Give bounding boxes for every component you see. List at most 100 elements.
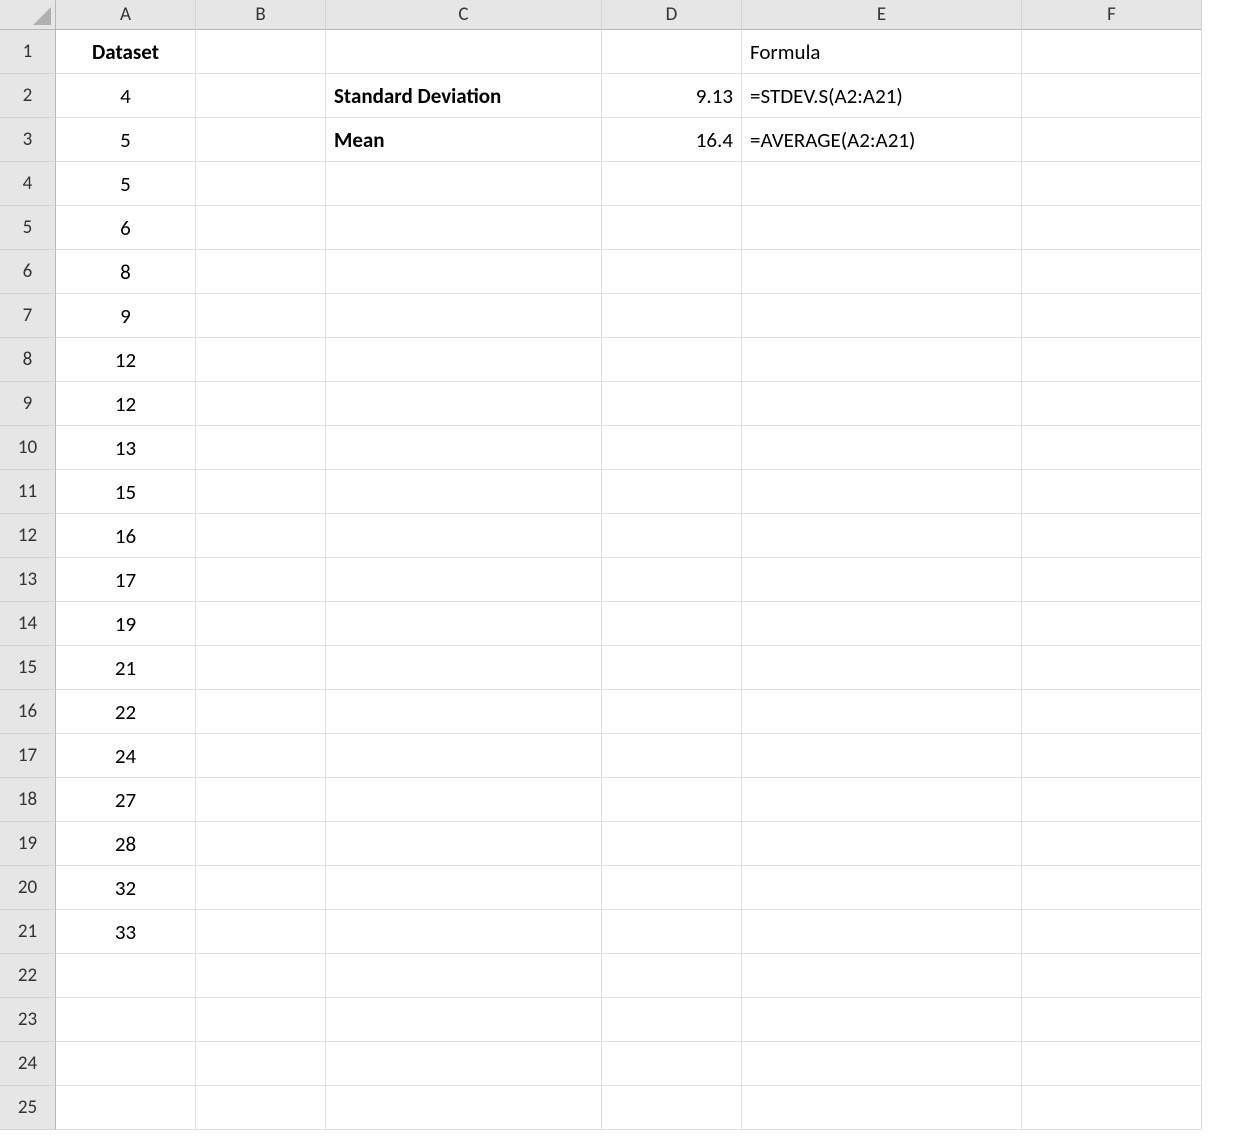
- cell-A17[interactable]: 24: [56, 734, 196, 778]
- cell-A3[interactable]: 5: [56, 118, 196, 162]
- cell-C21[interactable]: [326, 910, 602, 954]
- cell-F22[interactable]: [1022, 954, 1202, 998]
- cell-D3[interactable]: 16.4: [602, 118, 742, 162]
- cell-E19[interactable]: [742, 822, 1022, 866]
- cell-E24[interactable]: [742, 1042, 1022, 1086]
- cell-B3[interactable]: [196, 118, 326, 162]
- cell-B9[interactable]: [196, 382, 326, 426]
- cell-C18[interactable]: [326, 778, 602, 822]
- cell-F7[interactable]: [1022, 294, 1202, 338]
- cell-C2[interactable]: Standard Deviation: [326, 74, 602, 118]
- cell-E15[interactable]: [742, 646, 1022, 690]
- cell-B15[interactable]: [196, 646, 326, 690]
- cell-D16[interactable]: [602, 690, 742, 734]
- cell-E7[interactable]: [742, 294, 1022, 338]
- cell-F8[interactable]: [1022, 338, 1202, 382]
- cell-F3[interactable]: [1022, 118, 1202, 162]
- cell-E5[interactable]: [742, 206, 1022, 250]
- row-header-9[interactable]: 9: [0, 382, 56, 426]
- cell-A12[interactable]: 16: [56, 514, 196, 558]
- row-header-11[interactable]: 11: [0, 470, 56, 514]
- cell-E14[interactable]: [742, 602, 1022, 646]
- cell-C22[interactable]: [326, 954, 602, 998]
- cell-E22[interactable]: [742, 954, 1022, 998]
- cell-B5[interactable]: [196, 206, 326, 250]
- cell-C4[interactable]: [326, 162, 602, 206]
- cell-D10[interactable]: [602, 426, 742, 470]
- row-header-8[interactable]: 8: [0, 338, 56, 382]
- cell-D4[interactable]: [602, 162, 742, 206]
- row-header-10[interactable]: 10: [0, 426, 56, 470]
- cell-C24[interactable]: [326, 1042, 602, 1086]
- cell-A21[interactable]: 33: [56, 910, 196, 954]
- cell-B1[interactable]: [196, 30, 326, 74]
- cell-B11[interactable]: [196, 470, 326, 514]
- cell-D20[interactable]: [602, 866, 742, 910]
- cell-E20[interactable]: [742, 866, 1022, 910]
- cell-D15[interactable]: [602, 646, 742, 690]
- cell-F18[interactable]: [1022, 778, 1202, 822]
- cell-A4[interactable]: 5: [56, 162, 196, 206]
- cell-F20[interactable]: [1022, 866, 1202, 910]
- cell-C12[interactable]: [326, 514, 602, 558]
- cell-F11[interactable]: [1022, 470, 1202, 514]
- cell-B25[interactable]: [196, 1086, 326, 1130]
- cell-C19[interactable]: [326, 822, 602, 866]
- cell-B10[interactable]: [196, 426, 326, 470]
- row-header-2[interactable]: 2: [0, 74, 56, 118]
- cell-B12[interactable]: [196, 514, 326, 558]
- row-header-18[interactable]: 18: [0, 778, 56, 822]
- cell-B2[interactable]: [196, 74, 326, 118]
- cell-B6[interactable]: [196, 250, 326, 294]
- cell-F12[interactable]: [1022, 514, 1202, 558]
- cell-B20[interactable]: [196, 866, 326, 910]
- cell-F9[interactable]: [1022, 382, 1202, 426]
- cell-C11[interactable]: [326, 470, 602, 514]
- cell-E13[interactable]: [742, 558, 1022, 602]
- row-header-21[interactable]: 21: [0, 910, 56, 954]
- cell-F6[interactable]: [1022, 250, 1202, 294]
- cell-B24[interactable]: [196, 1042, 326, 1086]
- cell-A6[interactable]: 8: [56, 250, 196, 294]
- cell-A10[interactable]: 13: [56, 426, 196, 470]
- select-all-corner[interactable]: [0, 0, 56, 30]
- cell-C14[interactable]: [326, 602, 602, 646]
- cell-C5[interactable]: [326, 206, 602, 250]
- row-header-17[interactable]: 17: [0, 734, 56, 778]
- cell-A13[interactable]: 17: [56, 558, 196, 602]
- cell-B8[interactable]: [196, 338, 326, 382]
- cell-B19[interactable]: [196, 822, 326, 866]
- cell-C16[interactable]: [326, 690, 602, 734]
- row-header-6[interactable]: 6: [0, 250, 56, 294]
- cell-F2[interactable]: [1022, 74, 1202, 118]
- cell-B13[interactable]: [196, 558, 326, 602]
- cell-A22[interactable]: [56, 954, 196, 998]
- row-header-16[interactable]: 16: [0, 690, 56, 734]
- row-header-5[interactable]: 5: [0, 206, 56, 250]
- cell-F16[interactable]: [1022, 690, 1202, 734]
- row-header-15[interactable]: 15: [0, 646, 56, 690]
- cell-B16[interactable]: [196, 690, 326, 734]
- cell-D11[interactable]: [602, 470, 742, 514]
- cell-E12[interactable]: [742, 514, 1022, 558]
- cell-D7[interactable]: [602, 294, 742, 338]
- cell-E17[interactable]: [742, 734, 1022, 778]
- cell-F17[interactable]: [1022, 734, 1202, 778]
- cell-E11[interactable]: [742, 470, 1022, 514]
- cell-D13[interactable]: [602, 558, 742, 602]
- cell-A19[interactable]: 28: [56, 822, 196, 866]
- cell-D14[interactable]: [602, 602, 742, 646]
- cell-E2[interactable]: =STDEV.S(A2:A21): [742, 74, 1022, 118]
- cell-A16[interactable]: 22: [56, 690, 196, 734]
- col-header-D[interactable]: D: [602, 0, 742, 30]
- cell-E16[interactable]: [742, 690, 1022, 734]
- cell-D5[interactable]: [602, 206, 742, 250]
- cell-C7[interactable]: [326, 294, 602, 338]
- cell-A1[interactable]: Dataset: [56, 30, 196, 74]
- cell-A9[interactable]: 12: [56, 382, 196, 426]
- cell-F19[interactable]: [1022, 822, 1202, 866]
- row-header-3[interactable]: 3: [0, 118, 56, 162]
- row-header-13[interactable]: 13: [0, 558, 56, 602]
- cell-B21[interactable]: [196, 910, 326, 954]
- cell-A24[interactable]: [56, 1042, 196, 1086]
